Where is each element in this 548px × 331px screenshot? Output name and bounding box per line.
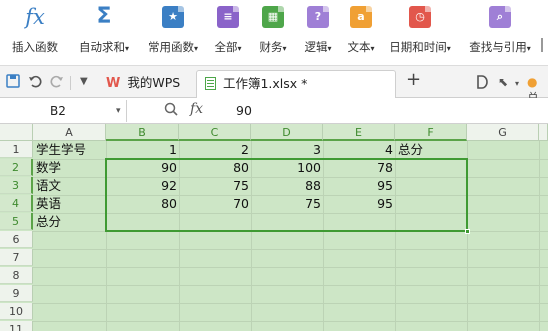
chevron-down-icon: ▾ [526,44,531,53]
chevron-down-icon: ▾ [282,44,287,53]
cell-d1[interactable]: 3 [251,141,323,158]
cell-e1[interactable]: 4 [323,141,395,158]
column-header-e[interactable]: E [323,124,395,141]
cell-a2[interactable]: 数学 [34,159,106,176]
column-header-f[interactable]: F [395,124,467,141]
column-header-h[interactable] [539,124,548,141]
select-all-corner[interactable] [0,124,33,141]
tab-my-wps-label: 我的WPS [127,75,181,90]
chevron-down-icon: ▾ [116,106,121,116]
common-functions-button[interactable]: ★ 常用函数▾ [140,6,206,60]
chevron-down-icon[interactable]: ▼ [80,74,88,90]
gridline [33,267,548,268]
row-header-9[interactable]: 9 [0,285,33,302]
lookup-reference-label: 查找与引用▾ [469,40,531,54]
question-icon: ? [307,6,329,28]
cell-a3[interactable]: 语文 [34,177,106,194]
common-functions-label: 常用函数▾ [147,40,198,54]
row-header-11[interactable]: 11 [0,321,33,331]
save-icon[interactable] [6,74,20,92]
document-tab-bar: ▼ W 我的WPS 工作簿1.xlsx * + ⬉ ▾ ●总 [0,66,548,105]
search-book-icon: ⌕ [489,6,511,28]
zoom-search-icon[interactable] [164,102,178,119]
row-header-1[interactable]: 1 [0,141,33,158]
insert-function-button[interactable]: fx 插入函数 [4,6,66,60]
chevron-down-icon: ▾ [327,44,332,53]
chevron-down-icon: ▾ [193,44,198,53]
insert-function-label: 插入函数 [12,40,58,54]
gridline [33,249,548,250]
tab-workbook[interactable]: 工作簿1.xlsx * [196,70,396,98]
fill-handle[interactable] [465,229,470,234]
fx-icon[interactable]: fx [190,101,203,117]
row-header-7[interactable]: 7 [0,249,33,266]
finance-icon: ▦ [262,6,284,28]
logic-label: 逻辑▾ [304,40,332,54]
gridline [33,285,548,286]
text-functions-button[interactable]: a 文本▾ [340,6,382,60]
row-header-2[interactable]: 2 [0,159,33,176]
chevron-down-icon: ▾ [237,44,242,53]
undo-icon[interactable] [28,74,42,92]
chevron-down-icon: ▾ [370,44,375,53]
row-header-4[interactable]: 4 [0,195,33,212]
selection-range[interactable] [105,158,468,232]
formula-bar: B2 ▾ fx 90 [0,98,548,124]
separator [70,76,71,90]
gridline [33,303,548,304]
row-header-6[interactable]: 6 [0,231,33,248]
text-a-icon: a [350,6,372,28]
cell-b1[interactable]: 1 [106,141,179,158]
chevron-down-icon: ▾ [446,44,451,53]
wps-logo-icon: W [106,76,121,91]
spreadsheet-grid[interactable]: A B C D E F G 1 2 3 4 5 6 7 8 9 10 11 学生… [0,124,548,331]
formula-input[interactable]: 90 [236,103,252,118]
autosum-label: 自动求和▾ [78,40,129,54]
add-tab-icon[interactable]: + [406,71,421,89]
cell-f1[interactable]: 总分 [396,141,467,158]
all-functions-label: 全部▾ [214,40,242,54]
sigma-icon: Σ [96,4,112,29]
all-functions-button[interactable]: ≡ 全部▾ [208,6,248,60]
cell-a1[interactable]: 学生学号 [34,141,106,158]
name-box-value: B2 [50,104,66,118]
cursor-icon[interactable]: ⬉ [498,74,508,90]
ribbon-toolbar: fx 插入函数 Σ 自动求和▾ ★ 常用函数▾ ≡ 全部▾ ▦ 财务▾ ? 逻辑… [0,0,548,66]
row-header-10[interactable]: 10 [0,303,33,320]
book-icon: ≡ [217,6,239,28]
tab-my-wps[interactable]: W 我的WPS [98,70,194,98]
cell-a4[interactable]: 英语 [34,195,106,212]
document-d-icon[interactable] [476,75,488,93]
column-header-b[interactable]: B [106,124,179,141]
tab-workbook-label: 工作簿1.xlsx * [222,76,308,91]
row-header-5[interactable]: 5 [0,213,33,230]
row-header-8[interactable]: 8 [0,267,33,284]
fx-icon: fx [25,5,45,29]
star-book-icon: ★ [162,6,184,28]
row-header-3[interactable]: 3 [0,177,33,194]
date-time-label: 日期和时间▾ [389,40,451,54]
column-header-a[interactable]: A [33,124,106,141]
chevron-down-icon[interactable]: ▾ [515,76,519,92]
logic-button[interactable]: ? 逻辑▾ [297,6,339,60]
gridline [33,321,548,322]
text-functions-label: 文本▾ [347,40,375,54]
date-time-button[interactable]: ◷ 日期和时间▾ [382,6,458,60]
bulb-icon: ● [527,75,538,89]
finance-label: 财务▾ [259,40,287,54]
chevron-down-icon: ▾ [124,44,129,53]
spreadsheet-file-icon [205,77,216,90]
lookup-reference-button[interactable]: ⌕ 查找与引用▾ [462,6,538,60]
clock-icon: ◷ [409,6,431,28]
finance-button[interactable]: ▦ 财务▾ [252,6,294,60]
autosum-button[interactable]: Σ 自动求和▾ [70,6,138,60]
redo-icon[interactable] [50,74,64,92]
cell-a5[interactable]: 总分 [34,213,106,230]
cell-c1[interactable]: 2 [179,141,251,158]
name-box[interactable]: B2 ▾ [0,100,127,122]
column-header-d[interactable]: D [251,124,323,141]
column-header-c[interactable]: C [179,124,251,141]
ribbon-overflow-indicator[interactable] [541,38,548,52]
column-header-g[interactable]: G [467,124,539,141]
